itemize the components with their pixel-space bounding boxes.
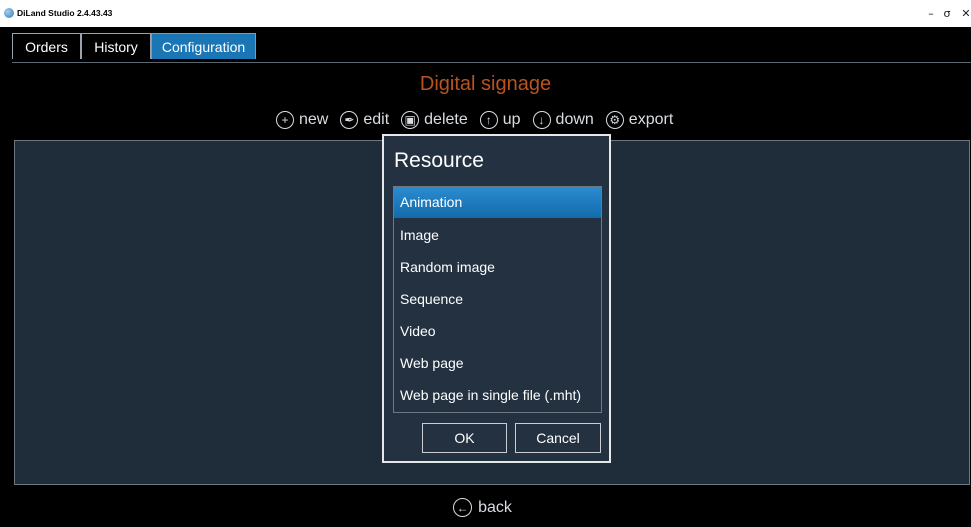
list-item-video[interactable]: Video bbox=[394, 316, 601, 347]
down-button[interactable]: ↓ down bbox=[532, 111, 594, 129]
list-item-random-image[interactable]: Random image bbox=[394, 252, 601, 283]
down-label: down bbox=[555, 111, 594, 128]
edit-label: edit bbox=[363, 111, 390, 128]
dialog-title: Resource bbox=[394, 149, 484, 172]
arrow-up-circle-icon: ↑ bbox=[479, 111, 498, 129]
trash-circle-icon: ▣ bbox=[401, 111, 420, 129]
back-button[interactable]: ← back bbox=[0, 498, 971, 517]
up-button[interactable]: ↑ up bbox=[479, 111, 521, 129]
delete-button[interactable]: ▣ delete bbox=[401, 111, 468, 129]
back-label: back bbox=[478, 498, 512, 516]
page-title: Digital signage bbox=[419, 73, 552, 95]
tab-history[interactable]: History bbox=[81, 33, 151, 59]
maximize-button[interactable]: σ bbox=[939, 4, 955, 24]
list-item-web-page[interactable]: Web page bbox=[394, 348, 601, 379]
tab-divider bbox=[12, 62, 971, 63]
list-item-animation[interactable]: Animation bbox=[394, 187, 601, 218]
pencil-circle-icon: ✒ bbox=[340, 111, 359, 129]
cancel-button[interactable]: Cancel bbox=[515, 423, 601, 453]
list-item-sequence[interactable]: Sequence bbox=[394, 284, 601, 315]
arrow-left-circle-icon: ← bbox=[453, 498, 473, 517]
app-logo-icon bbox=[4, 8, 14, 18]
arrow-down-circle-icon: ↓ bbox=[532, 111, 551, 129]
gear-circle-icon: ⚙ bbox=[605, 111, 624, 129]
delete-label: delete bbox=[424, 111, 468, 128]
window-title-bar: DiLand Studio 2.4.43.43 – σ ✕ bbox=[0, 0, 971, 27]
export-label: export bbox=[628, 111, 674, 128]
plus-circle-icon: + bbox=[276, 111, 294, 129]
toolbar: + new ✒ edit ▣ delete ↑ up ↓ down ⚙ expo… bbox=[276, 107, 685, 133]
edit-button[interactable]: ✒ edit bbox=[340, 111, 389, 129]
minimize-button[interactable]: – bbox=[923, 4, 939, 24]
new-button[interactable]: + new bbox=[276, 111, 328, 129]
tab-configuration[interactable]: Configuration bbox=[151, 33, 256, 59]
window-title: DiLand Studio 2.4.43.43 bbox=[17, 8, 113, 18]
tab-orders[interactable]: Orders bbox=[12, 33, 81, 59]
new-label: new bbox=[299, 111, 329, 128]
tab-bar: Orders History Configuration bbox=[0, 27, 971, 63]
resource-dialog: Resource Animation Image Random image Se… bbox=[382, 134, 611, 463]
ok-button[interactable]: OK bbox=[422, 423, 507, 453]
list-item-image[interactable]: Image bbox=[394, 220, 601, 251]
export-button[interactable]: ⚙ export bbox=[605, 111, 674, 129]
resource-list[interactable]: Animation Image Random image Sequence Vi… bbox=[393, 186, 602, 413]
close-button[interactable]: ✕ bbox=[958, 4, 971, 24]
list-item-web-page-mht[interactable]: Web page in single file (.mht) bbox=[394, 380, 601, 411]
up-label: up bbox=[502, 111, 521, 128]
